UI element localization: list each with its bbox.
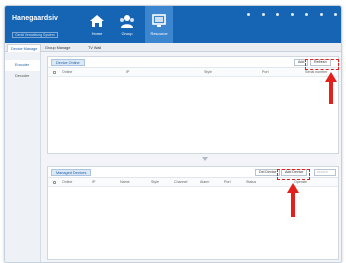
online-panel-title: Device Online	[51, 59, 85, 66]
close-icon[interactable]	[334, 13, 337, 16]
sidebar-item-decoder[interactable]: Decoder	[5, 71, 40, 82]
col-ip[interactable]: IP	[126, 68, 129, 77]
col-name[interactable]: Name	[120, 178, 130, 187]
select-all-checkbox[interactable]	[53, 71, 56, 74]
lock-icon[interactable]	[276, 13, 280, 16]
help-icon[interactable]	[290, 13, 294, 16]
tab-tv-wall[interactable]: TV Wall	[85, 44, 104, 52]
online-devices-panel: Device Online Add Refresh Online IP Styl…	[47, 56, 339, 154]
col-ip[interactable]: IP	[92, 178, 95, 187]
col-alarm[interactable]: Alarm	[200, 178, 209, 187]
col-port[interactable]: Port	[224, 178, 231, 187]
panel-header: Device Online Add Refresh	[48, 57, 338, 68]
minimize-icon[interactable]	[305, 13, 309, 16]
select-all-checkbox[interactable]	[53, 181, 56, 184]
add-device-highlight	[277, 169, 310, 180]
nav-label: Resource	[150, 31, 168, 36]
managed-panel-title: Managed Devices	[51, 169, 92, 176]
search-input[interactable]: search	[314, 169, 336, 176]
brand: Hanegaardsiv Gerät Verwaltung System	[12, 15, 68, 41]
col-style[interactable]: Style	[151, 178, 159, 187]
brand-name: Hanegaardsiv	[12, 15, 58, 22]
col-online[interactable]: Online	[62, 178, 72, 187]
app-window: Hanegaardsiv Gerät Verwaltung System Hom…	[4, 5, 342, 263]
col-status[interactable]: Status	[246, 178, 256, 187]
arrow-up-icon	[287, 183, 299, 217]
window-controls	[240, 13, 337, 19]
resource-icon	[152, 14, 166, 27]
col-channel[interactable]: Channel	[174, 178, 187, 187]
settings-icon[interactable]	[261, 13, 265, 16]
maximize-icon[interactable]	[319, 13, 323, 16]
nav-label: Group	[121, 31, 133, 36]
arrow-up-icon	[325, 72, 337, 104]
tab-bar: Device Manage Group Manage TV Wall	[5, 43, 341, 52]
col-port[interactable]: Port	[262, 68, 269, 77]
nav-label: Home	[91, 31, 103, 36]
tab-device-manage[interactable]: Device Manage	[7, 44, 42, 52]
nav-resource[interactable]: Resource	[145, 6, 173, 43]
refresh-highlight	[305, 59, 339, 70]
group-icon	[120, 15, 134, 28]
home-icon	[90, 15, 104, 27]
nav-group[interactable]: Group	[113, 6, 141, 43]
nav-home[interactable]: Home	[83, 6, 111, 43]
col-style[interactable]: Style	[204, 68, 212, 77]
device-type-sidebar: Encoder Decoder	[5, 52, 41, 262]
col-online[interactable]: Online	[62, 68, 72, 77]
brand-subtitle: Gerät Verwaltung System	[12, 32, 58, 38]
tab-group-manage[interactable]: Group Manage	[42, 44, 73, 52]
title-bar: Hanegaardsiv Gerät Verwaltung System Hom…	[5, 6, 341, 43]
splitter-handle[interactable]	[202, 157, 208, 161]
online-table-header: Online IP Style Port Serial number	[48, 68, 338, 77]
user-icon[interactable]	[247, 13, 251, 16]
sidebar-item-encoder[interactable]: Encoder	[5, 60, 40, 71]
